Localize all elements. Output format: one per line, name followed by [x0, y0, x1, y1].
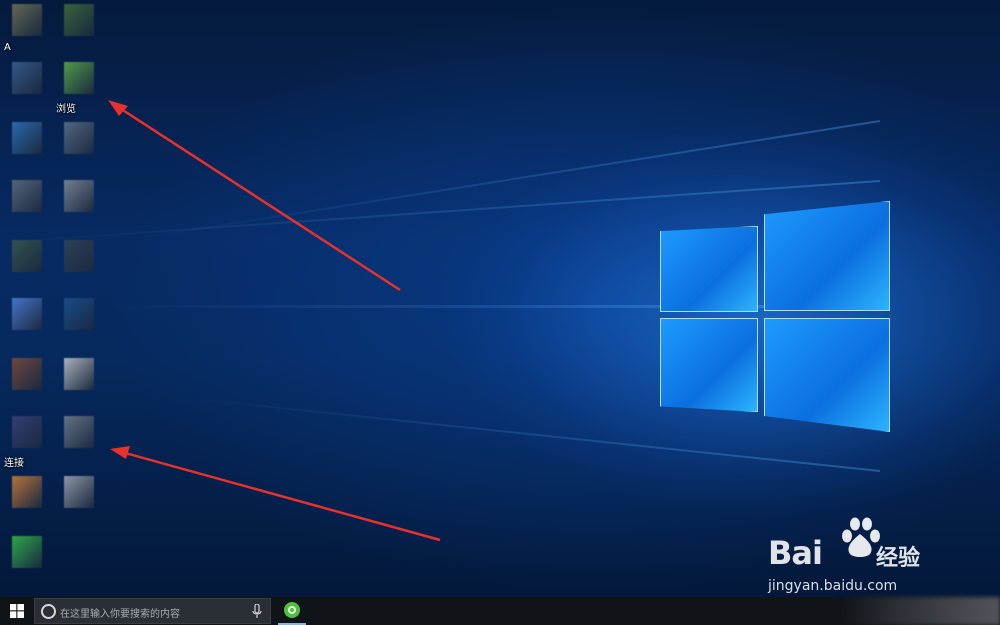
desktop-wallpaper: A 浏览 连接 Bai 经验 jingyan.baidu.com: [0, 0, 1000, 597]
green-browser-icon: [284, 602, 300, 618]
taskbar: 在这里输入你要搜索的内容: [0, 597, 1000, 625]
annotation-arrows: [108, 100, 441, 542]
taskbar-app-browser[interactable]: [278, 597, 306, 625]
microphone-icon[interactable]: [252, 604, 262, 619]
windows-start-icon: [10, 604, 24, 618]
watermark-brand-suffix: 经验: [876, 546, 921, 571]
search-placeholder: 在这里输入你要搜索的内容: [60, 609, 180, 620]
start-button[interactable]: [0, 597, 34, 625]
watermark-url: jingyan.baidu.com: [768, 578, 898, 594]
watermark-brand: Bai: [768, 534, 823, 572]
baidu-watermark: Bai 经验 jingyan.baidu.com: [768, 516, 968, 597]
system-tray[interactable]: [840, 597, 1000, 625]
taskbar-search-box[interactable]: 在这里输入你要搜索的内容: [34, 598, 271, 624]
arrow-to-icon: [110, 446, 441, 542]
cortana-icon: [41, 604, 56, 619]
arrow-to-browser: [108, 100, 401, 292]
